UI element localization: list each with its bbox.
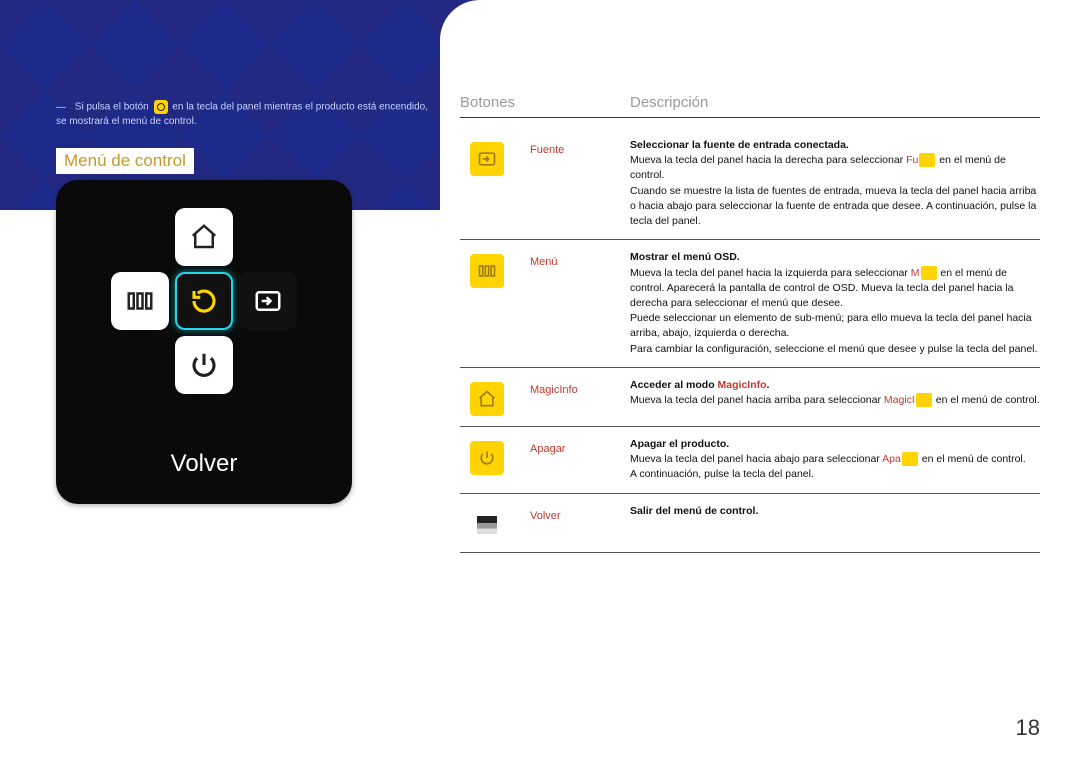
table-header: Botones Descripción xyxy=(460,94,1040,118)
key-source[interactable] xyxy=(239,272,297,330)
th-description: Descripción xyxy=(630,94,1040,111)
key-return[interactable] xyxy=(175,272,233,330)
buttons-table: Botones Descripción Fuente Seleccionar l… xyxy=(460,94,1040,553)
power-icon xyxy=(470,441,504,475)
desc-magicinfo: Acceder al modo MagicInfo. Mueva la tecl… xyxy=(630,378,1040,416)
key-power[interactable] xyxy=(175,336,233,394)
label-magicinfo: MagicInfo xyxy=(530,378,630,416)
row-magicinfo: MagicInfo Acceder al modo MagicInfo. Mue… xyxy=(460,368,1040,427)
header-note: Si pulsa el botón en la tecla del panel … xyxy=(56,100,436,129)
inline-magic-icon xyxy=(916,393,932,407)
label-menu: Menú xyxy=(530,250,630,357)
label-fuente: Fuente xyxy=(530,138,630,229)
desc-apagar: Apagar el producto. Mueva la tecla del p… xyxy=(630,437,1040,483)
label-volver: Volver xyxy=(530,504,630,542)
inline-source-icon xyxy=(919,153,935,167)
desc-volver: Salir del menú de control. xyxy=(630,504,1040,542)
row-apagar: Apagar Apagar el producto. Mueva la tecl… xyxy=(460,427,1040,494)
desc-menu: Mostrar el menú OSD. Mueva la tecla del … xyxy=(630,250,1040,357)
volver-icon xyxy=(470,508,504,542)
magicinfo-icon xyxy=(470,382,504,416)
key-menu[interactable] xyxy=(111,272,169,330)
inline-menu-icon xyxy=(921,266,937,280)
inline-power-icon xyxy=(902,452,918,466)
key-home[interactable] xyxy=(175,208,233,266)
th-buttons: Botones xyxy=(460,94,630,111)
section-title: Menú de control xyxy=(56,148,194,174)
row-fuente: Fuente Seleccionar la fuente de entrada … xyxy=(460,128,1040,240)
row-volver: Volver Salir del menú de control. xyxy=(460,494,1040,553)
label-apagar: Apagar xyxy=(530,437,630,483)
dpad xyxy=(56,198,352,448)
menu-icon xyxy=(470,254,504,288)
volver-label: Volver xyxy=(56,450,352,478)
row-menu: Menú Mostrar el menú OSD. Mueva la tecla… xyxy=(460,240,1040,368)
note-text-pre: Si pulsa el botón xyxy=(75,102,149,113)
page-number: 18 xyxy=(1016,715,1040,741)
source-icon xyxy=(470,142,504,176)
desc-fuente: Seleccionar la fuente de entrada conecta… xyxy=(630,138,1040,229)
control-menu-panel: Volver xyxy=(56,180,352,504)
jog-icon xyxy=(154,100,168,114)
